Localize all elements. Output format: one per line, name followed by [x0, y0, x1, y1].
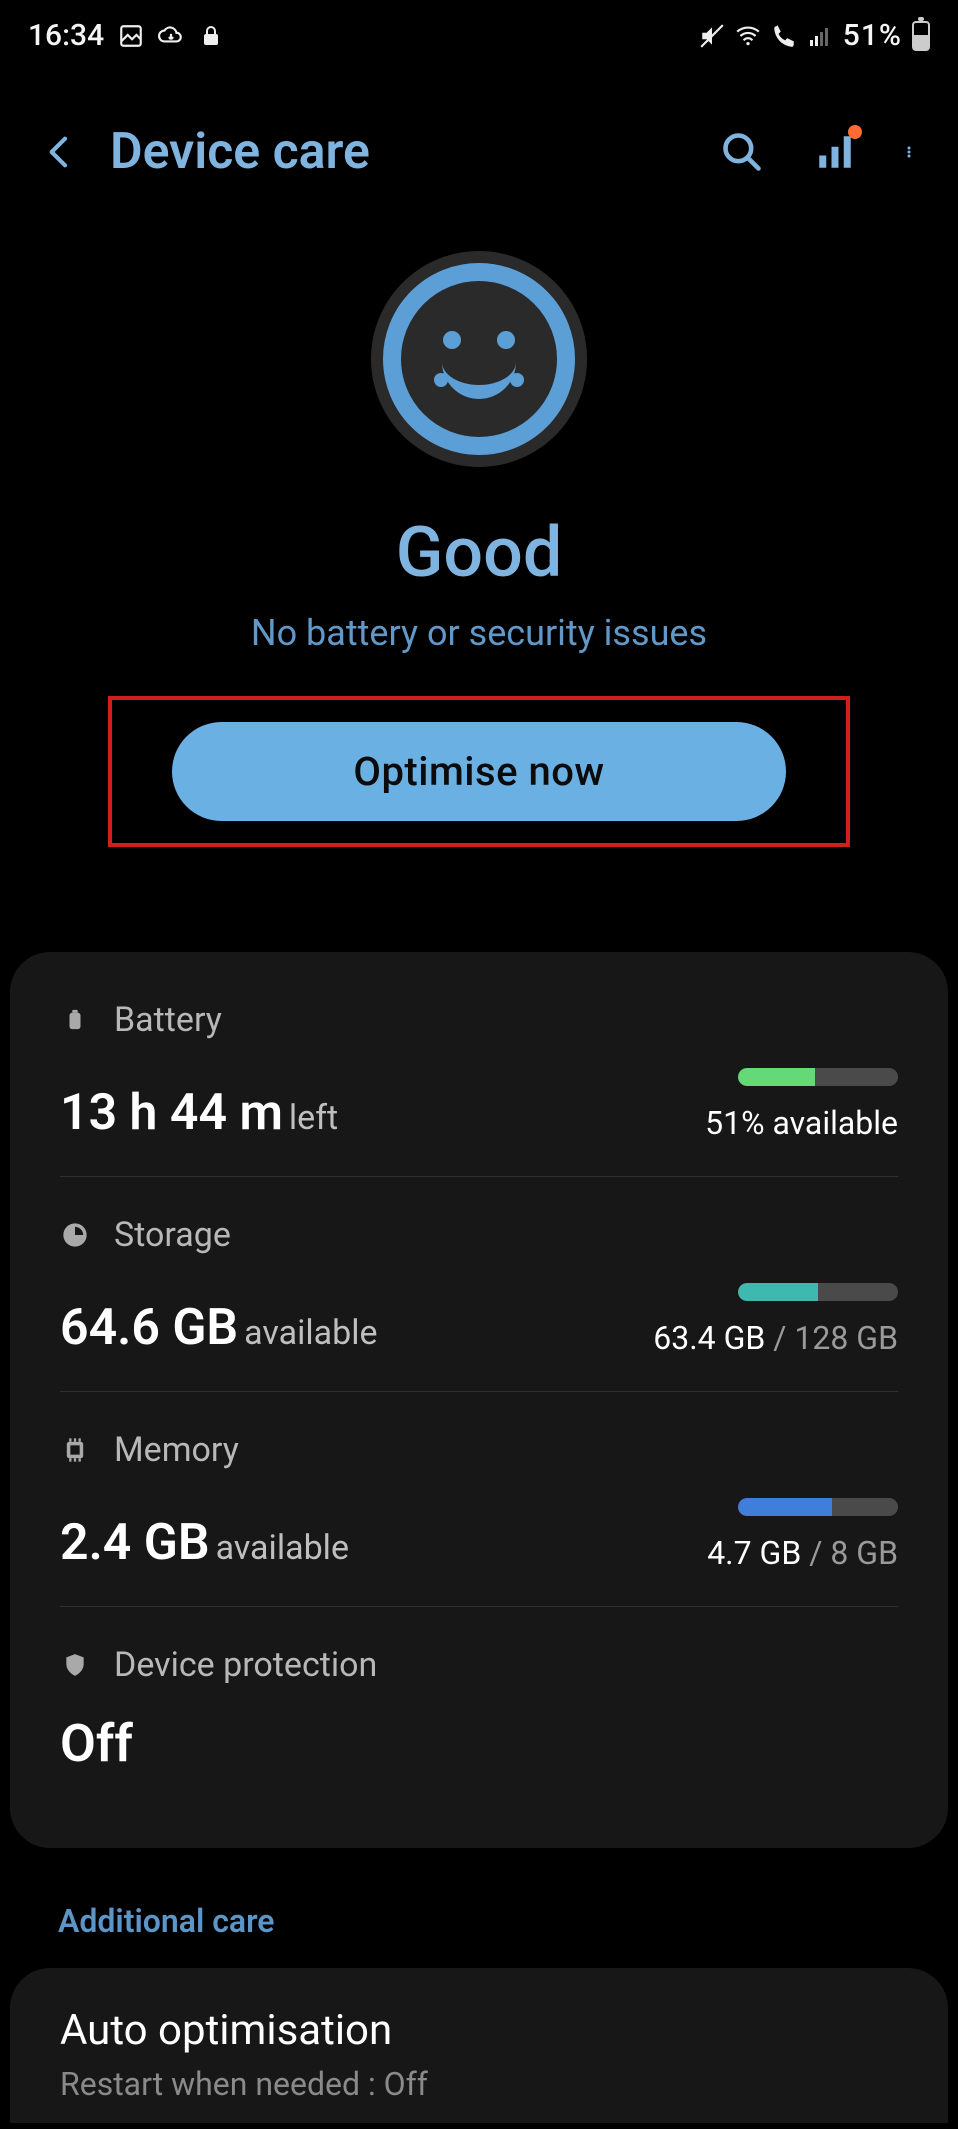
status-bar: 16:34 51% [0, 0, 958, 63]
storage-available: 64.6 GBavailable [60, 1299, 378, 1357]
highlight-box: Optimise now [108, 696, 850, 847]
call-icon [771, 23, 797, 49]
device-status-subtitle: No battery or security issues [0, 612, 958, 654]
battery-row[interactable]: Battery 13 h 44 mleft 51% available [60, 962, 898, 1177]
memory-used-total: 4.7 GB / 8 GB [707, 1534, 898, 1572]
device-protection-label: Device protection [114, 1645, 377, 1685]
storage-used-total: 63.4 GB / 128 GB [653, 1319, 898, 1357]
memory-row-icon [60, 1435, 90, 1465]
device-protection-value: Off [60, 1713, 898, 1774]
signal-icon [807, 23, 833, 49]
additional-care-header: Additional care [58, 1902, 958, 1940]
more-options-icon[interactable] [906, 131, 918, 173]
wifi-icon [735, 23, 761, 49]
auto-optimisation-subtitle: Restart when needed : Off [60, 2065, 898, 2103]
battery-label: Battery [114, 1000, 222, 1040]
smile-icon [371, 251, 587, 467]
notification-dot-icon [848, 125, 862, 139]
shield-icon [60, 1650, 90, 1680]
storage-row[interactable]: Storage 64.6 GBavailable 63.4 GB / 128 G… [60, 1177, 898, 1392]
cloud-download-icon [158, 23, 184, 49]
device-protection-row[interactable]: Device protection Off [60, 1607, 898, 1808]
page-title: Device care [110, 123, 690, 181]
memory-available: 2.4 GBavailable [60, 1514, 349, 1572]
device-care-card: Battery 13 h 44 mleft 51% available Stor… [10, 952, 948, 1848]
storage-bar [738, 1283, 898, 1301]
battery-time-left: 13 h 44 mleft [60, 1084, 338, 1142]
auto-optimisation-title: Auto optimisation [60, 2006, 898, 2055]
device-status-hero: Good No battery or security issues Optim… [0, 211, 958, 877]
memory-row[interactable]: Memory 2.4 GBavailable 4.7 GB / 8 GB [60, 1392, 898, 1607]
status-battery-pct: 51% [843, 18, 902, 53]
battery-bar [738, 1068, 898, 1086]
search-icon[interactable] [720, 130, 764, 174]
battery-icon [912, 21, 930, 51]
usage-chart-icon[interactable] [814, 131, 856, 173]
lock-icon [198, 23, 224, 49]
battery-row-icon [60, 1005, 90, 1035]
mute-icon [699, 23, 725, 49]
storage-row-icon [60, 1220, 90, 1250]
device-status-label: Good [0, 512, 958, 594]
image-icon [118, 23, 144, 49]
app-header: Device care [0, 63, 958, 211]
optimise-now-button[interactable]: Optimise now [172, 722, 786, 821]
storage-label: Storage [114, 1215, 231, 1255]
status-time: 16:34 [28, 18, 104, 53]
auto-optimisation-row[interactable]: Auto optimisation Restart when needed : … [10, 1968, 948, 2123]
battery-available: 51% available [705, 1104, 898, 1142]
memory-bar [738, 1498, 898, 1516]
back-icon[interactable] [40, 127, 80, 177]
memory-label: Memory [114, 1430, 239, 1470]
